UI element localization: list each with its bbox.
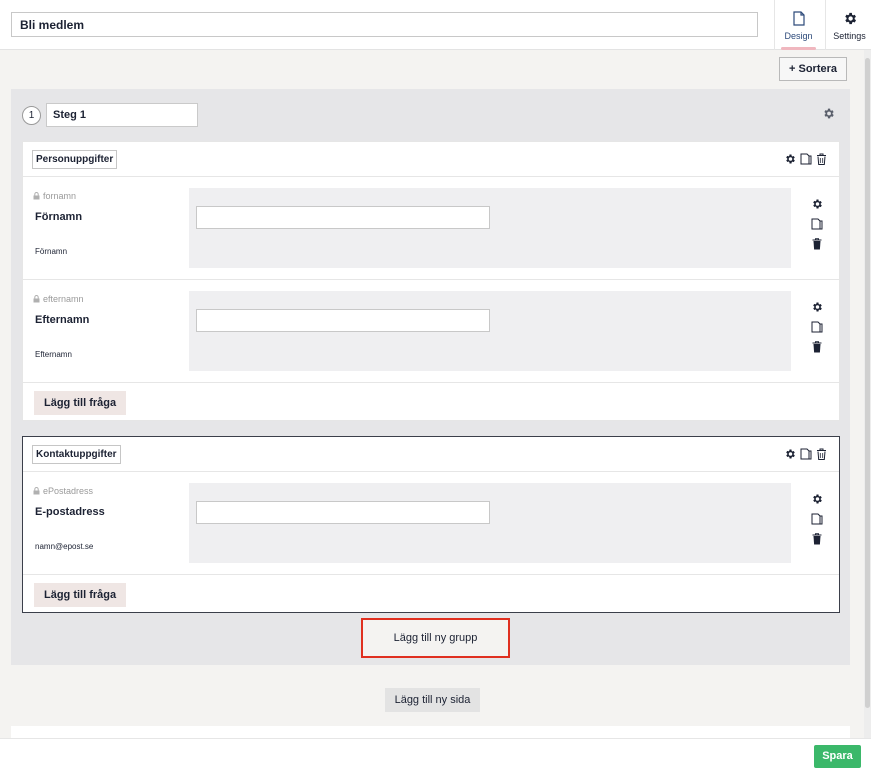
copy-icon[interactable] (811, 321, 823, 333)
question-row[interactable]: efternamn Efternamn Efternamn (23, 280, 839, 383)
preview-text-input[interactable] (196, 206, 490, 229)
question-variable: ePostadress (33, 486, 93, 496)
gear-icon[interactable] (784, 153, 796, 165)
question-variable-name: fornamn (43, 191, 77, 201)
question-variable: fornamn (33, 191, 76, 201)
gear-icon (844, 12, 856, 25)
question-variable: efternamn (33, 294, 84, 304)
question-placeholder: Förnamn (35, 247, 68, 256)
gear-icon[interactable] (811, 493, 823, 505)
group-actions (784, 448, 827, 460)
trash-icon[interactable] (816, 448, 827, 460)
question-group: Kontaktuppgifter ePostadress E-postadres… (22, 436, 840, 613)
question-label: Förnamn (35, 211, 83, 223)
tab-settings-label: Settings (833, 31, 866, 41)
scrollbar[interactable] (864, 50, 871, 738)
form-title-input[interactable]: Bli medlem (11, 12, 758, 37)
step-number: 1 (22, 106, 41, 125)
add-group-button[interactable]: Lägg till ny grupp (361, 618, 510, 658)
scrollbar-thumb[interactable] (865, 58, 870, 708)
question-variable-name: ePostadress (43, 486, 94, 496)
group-name-input[interactable]: Personuppgifter (32, 150, 118, 169)
question-variable-name: efternamn (43, 294, 84, 304)
trash-icon[interactable] (812, 238, 822, 250)
question-label: Efternamn (35, 314, 90, 326)
preview-text-input[interactable] (196, 501, 490, 524)
group-name-input[interactable]: Kontaktuppgifter (32, 445, 121, 464)
gear-icon[interactable] (811, 301, 823, 313)
sort-button[interactable]: + Sortera (779, 57, 847, 81)
save-button[interactable]: Spara (814, 745, 861, 768)
question-actions (811, 493, 823, 545)
copy-icon[interactable] (811, 513, 823, 525)
step-name-input[interactable]: Steg 1 (46, 103, 198, 127)
question-preview (189, 188, 791, 268)
lock-icon (33, 295, 40, 303)
group-actions (784, 153, 827, 165)
add-question-button[interactable]: Lägg till fråga (34, 391, 127, 415)
next-step-edge (11, 726, 850, 738)
question-actions (811, 301, 823, 353)
trash-icon[interactable] (812, 533, 822, 545)
copy-icon[interactable] (800, 153, 812, 165)
lock-icon (33, 192, 40, 200)
question-label: E-postadress (35, 506, 105, 518)
preview-text-input[interactable] (196, 309, 490, 332)
top-bar: Bli medlem Design Settings (0, 0, 871, 50)
active-tab-indicator (781, 47, 816, 50)
question-preview (189, 483, 791, 563)
question-row[interactable]: ePostadress E-postadress namn@epost.se (23, 472, 839, 575)
question-group: Personuppgifter fornamn Förnamn Förnamn (22, 141, 840, 421)
question-placeholder: Efternamn (35, 350, 72, 359)
step-settings-gear-icon[interactable] (822, 107, 835, 120)
lock-icon (33, 487, 40, 495)
document-icon (792, 11, 805, 26)
question-row[interactable]: fornamn Förnamn Förnamn (23, 177, 839, 280)
add-page-button[interactable]: Lägg till ny sida (385, 688, 480, 712)
add-question-button[interactable]: Lägg till fråga (34, 583, 127, 607)
gear-icon[interactable] (784, 448, 796, 460)
question-actions (811, 198, 823, 250)
group-header: Kontaktuppgifter (23, 437, 839, 472)
tab-settings[interactable]: Settings (825, 0, 871, 50)
tab-design-label: Design (784, 31, 813, 41)
step-panel: 1 Steg 1 Personuppgifter fornamn Förnamn… (11, 89, 850, 665)
copy-icon[interactable] (800, 448, 812, 460)
footer-bar: Spara (0, 738, 871, 770)
copy-icon[interactable] (811, 218, 823, 230)
question-placeholder: namn@epost.se (35, 542, 94, 551)
trash-icon[interactable] (812, 341, 822, 353)
trash-icon[interactable] (816, 153, 827, 165)
gear-icon[interactable] (811, 198, 823, 210)
question-preview (189, 291, 791, 371)
group-header: Personuppgifter (23, 142, 839, 177)
tab-design[interactable]: Design (774, 0, 822, 50)
